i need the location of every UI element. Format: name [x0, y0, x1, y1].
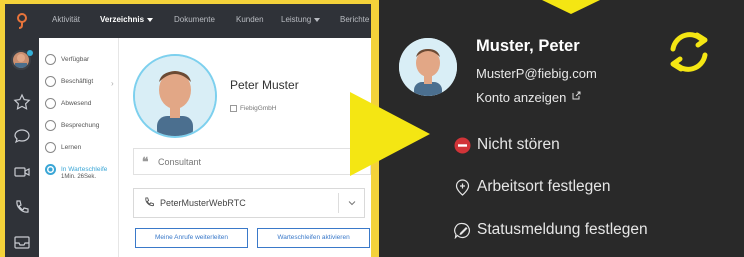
nav-item-reports[interactable]: Berichte [340, 15, 369, 24]
sync-icon [670, 32, 708, 72]
status-message-icon [454, 222, 470, 239]
radio-button[interactable] [45, 120, 56, 131]
teams-user-email: MusterP@fiebig.com [476, 66, 597, 81]
status-learning[interactable]: Lernen [45, 142, 81, 153]
menu-item-do-not-disturb[interactable]: Nicht stören [454, 136, 560, 154]
phone-device-select[interactable]: PeterMusterWebRTC [133, 188, 365, 218]
location-plus-icon [455, 179, 470, 196]
nav-item-activity[interactable]: Aktivität [52, 15, 80, 24]
video-icon[interactable] [13, 163, 31, 181]
role-text: Consultant [158, 157, 202, 167]
icon-rail [5, 38, 39, 257]
external-link-icon [572, 91, 581, 100]
chevron-down-icon [314, 17, 321, 22]
status-list: Verfügbar Beschäftigt › Abwesend Besprec… [39, 38, 119, 257]
role-field[interactable]: ❝ Consultant [133, 148, 371, 175]
teams-profile-menu: Muster, Peter MusterP@fiebig.com Konto a… [379, 0, 744, 257]
contact-center-app: Aktivität Verzeichnis Dokumente Kunden L… [5, 4, 371, 257]
status-busy[interactable]: Beschäftigt [45, 76, 93, 87]
do-not-disturb-icon [454, 137, 471, 154]
presence-dot [27, 50, 33, 56]
radio-button[interactable] [45, 142, 56, 153]
radio-button-checked[interactable] [45, 164, 56, 175]
radio-button[interactable] [45, 54, 56, 65]
menu-item-set-status-message[interactable]: Statusmeldung festlegen [454, 221, 648, 239]
teams-user-name: Muster, Peter [476, 37, 580, 55]
profile-name: Peter Muster [230, 78, 299, 92]
status-available[interactable]: Verfügbar [45, 54, 89, 65]
chevron-down-icon [147, 17, 154, 22]
menu-item-set-work-location[interactable]: Arbeitsort festlegen [455, 178, 611, 196]
quote-icon: ❝ [142, 155, 149, 169]
profile-avatar [133, 54, 217, 138]
status-meeting[interactable]: Besprechung [45, 120, 99, 131]
nav-item-directory[interactable]: Verzeichnis [100, 15, 154, 24]
nav-item-customers[interactable]: Kunden [236, 15, 264, 24]
forward-calls-button[interactable]: Meine Anrufe weiterleiten [135, 228, 248, 248]
profile-company: FiebigGmbH [230, 105, 276, 112]
building-icon [230, 105, 237, 112]
nav-item-performance[interactable]: Leistung [281, 15, 321, 24]
phone-icon [145, 197, 154, 207]
queue-timer: 1Min. 26Sek. [61, 174, 97, 180]
nav-item-documents[interactable]: Dokumente [174, 15, 215, 24]
view-account-link[interactable]: Konto anzeigen [476, 90, 581, 105]
activate-queues-button[interactable]: Warteschleifen aktivieren [257, 228, 370, 248]
chat-bubble-icon[interactable] [13, 127, 31, 145]
inbox-icon[interactable] [13, 233, 31, 251]
radio-button[interactable] [45, 76, 56, 87]
profile-card: Peter Muster FiebigGmbH ❝ Consultant Pet… [121, 38, 371, 257]
chevron-down-icon[interactable] [348, 199, 356, 207]
phone-device-value: PeterMusterWebRTC [160, 198, 246, 208]
top-navigation: Aktivität Verzeichnis Dokumente Kunden L… [5, 4, 371, 38]
radio-button[interactable] [45, 98, 56, 109]
divider [338, 193, 339, 213]
chevron-right-icon: › [111, 79, 114, 88]
star-icon[interactable] [13, 93, 31, 111]
app-logo-icon[interactable] [13, 12, 31, 30]
status-away[interactable]: Abwesend [45, 98, 91, 109]
phone-icon[interactable] [13, 198, 31, 216]
teams-avatar [399, 38, 457, 96]
